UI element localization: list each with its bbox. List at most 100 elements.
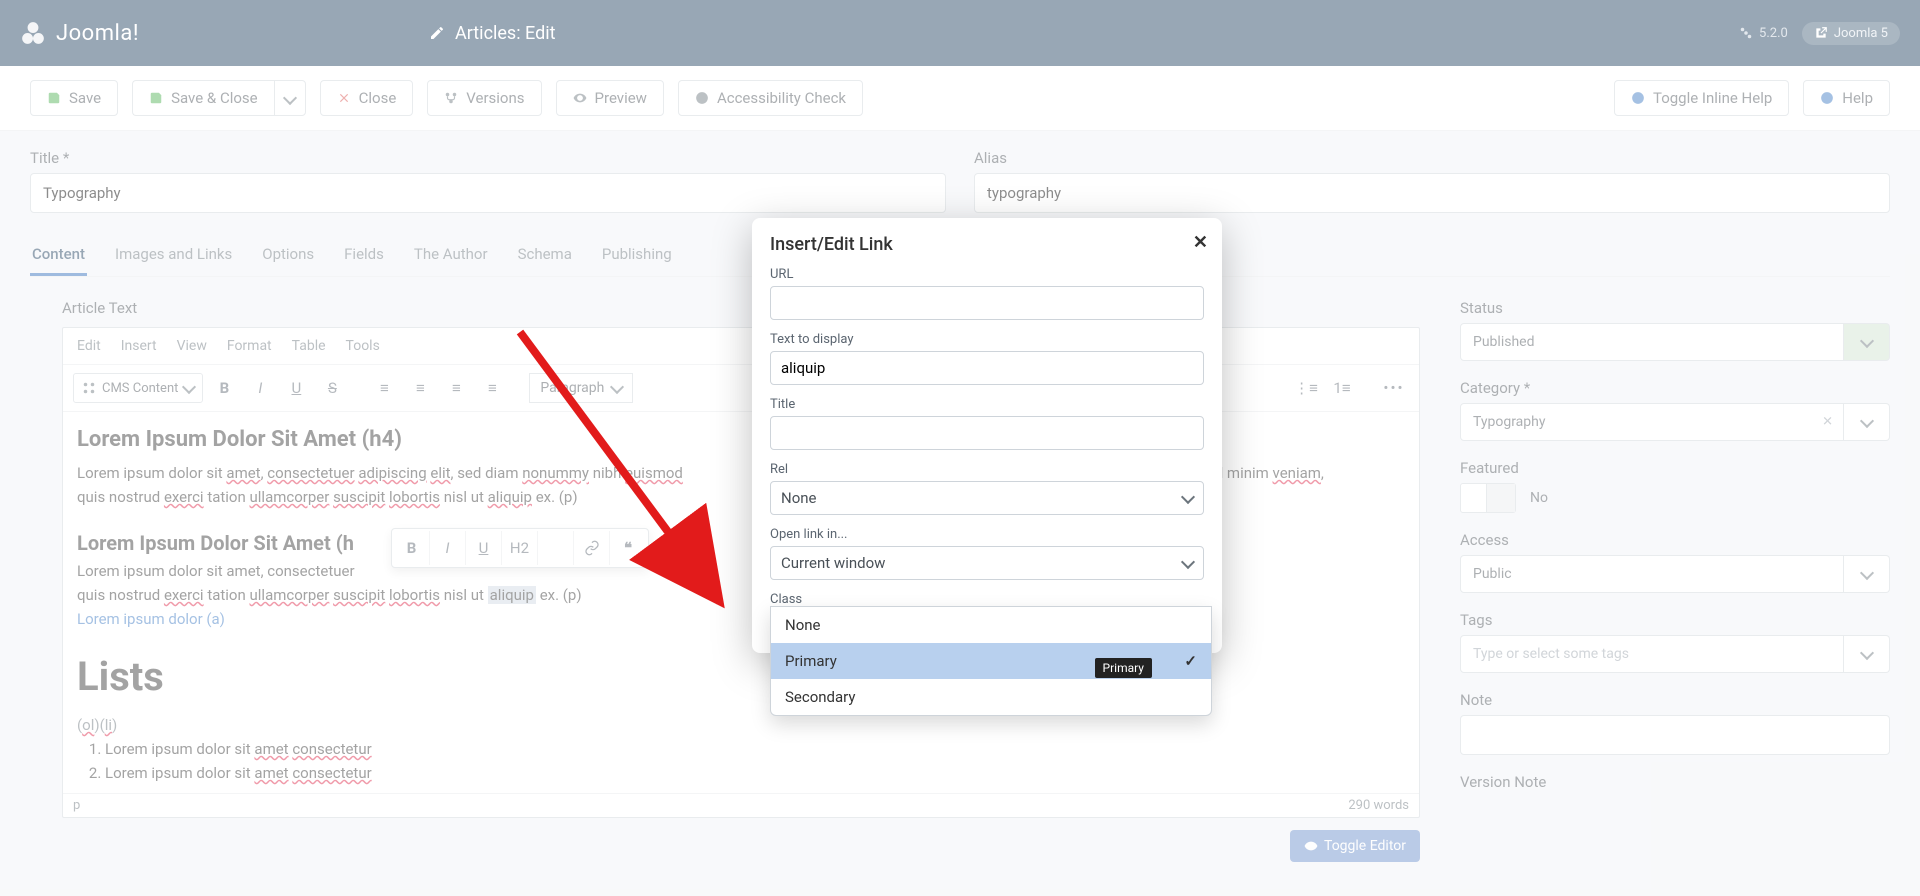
number-list-button[interactable]: 1≡ <box>1327 373 1357 403</box>
menu-view[interactable]: View <box>177 338 207 354</box>
chevron-down-icon <box>1862 646 1872 662</box>
featured-value: No <box>1530 490 1548 506</box>
access-label: Access <box>1460 531 1890 549</box>
featured-toggle[interactable] <box>1460 483 1516 513</box>
menu-edit[interactable]: Edit <box>77 338 101 354</box>
modal-close-button[interactable]: ✕ <box>1193 232 1208 253</box>
save-close-group: Save & Close <box>132 80 306 116</box>
info-icon <box>1631 91 1645 105</box>
cms-content-button[interactable]: CMS Content <box>73 373 203 403</box>
italic-button[interactable]: I <box>245 373 275 403</box>
save-icon <box>47 91 61 105</box>
sidebar: Status Published Category * Typography✕ … <box>1460 299 1890 862</box>
toggle-inline-help-button[interactable]: Toggle Inline Help <box>1614 80 1789 116</box>
open-link-label: Open link in... <box>770 527 1204 542</box>
title-input[interactable] <box>30 173 946 213</box>
joomla-link-button[interactable]: Joomla 5 <box>1802 22 1900 45</box>
text-display-input[interactable] <box>770 351 1204 385</box>
title-field: Title * <box>30 149 946 213</box>
strikethrough-button[interactable]: S <box>317 373 347 403</box>
menu-insert[interactable]: Insert <box>121 338 157 354</box>
link-title-label: Title <box>770 397 1204 412</box>
alias-label: Alias <box>974 149 1890 167</box>
toggle-editor-button[interactable]: Toggle Editor <box>1290 830 1420 862</box>
eye-icon <box>573 91 587 105</box>
alias-field: Alias <box>974 149 1890 213</box>
link-icon <box>584 540 600 556</box>
chevron-down-icon <box>184 381 194 396</box>
topbar-right: 5.2.0 Joomla 5 <box>1739 22 1900 45</box>
underline-button[interactable]: U <box>281 373 311 403</box>
page-title: Articles: Edit <box>455 23 556 44</box>
joomla-logo-icon <box>20 20 46 46</box>
clear-icon[interactable]: ✕ <box>1822 415 1833 430</box>
link-title-input[interactable] <box>770 416 1204 450</box>
paragraph-select[interactable]: Paragraph <box>529 373 633 403</box>
chevron-down-icon <box>1862 334 1872 350</box>
bold-button[interactable]: B <box>209 373 239 403</box>
menu-table[interactable]: Table <box>292 338 326 354</box>
title-label: Title * <box>30 149 946 167</box>
note-label: Note <box>1460 691 1890 709</box>
status-words: 290 words <box>1348 798 1409 813</box>
h3-button[interactable] <box>538 531 574 565</box>
status-label: Status <box>1460 299 1890 317</box>
note-input[interactable] <box>1460 715 1890 755</box>
insert-link-modal: Insert/Edit Link ✕ URL Text to display T… <box>752 218 1222 653</box>
alias-input[interactable] <box>974 173 1890 213</box>
tab-schema[interactable]: Schema <box>516 235 574 276</box>
url-input[interactable] <box>770 286 1204 320</box>
menu-tools[interactable]: Tools <box>346 338 380 354</box>
access-select[interactable]: Public <box>1460 555 1890 593</box>
align-left-button[interactable]: ≡ <box>369 373 399 403</box>
status-select[interactable]: Published <box>1460 323 1890 361</box>
tab-author[interactable]: The Author <box>412 235 490 276</box>
olli-label: (ol)(li) <box>77 713 1405 737</box>
tab-options[interactable]: Options <box>260 235 316 276</box>
bold-button[interactable]: B <box>394 531 430 565</box>
pencil-icon <box>429 25 445 41</box>
list-item: Lorem ipsum dolor sit amet consectetur <box>105 737 1405 761</box>
class-label: Class <box>770 592 1204 607</box>
menu-format[interactable]: Format <box>227 338 272 354</box>
tab-content[interactable]: Content <box>30 235 87 276</box>
chevron-down-icon <box>1183 491 1193 505</box>
tags-select[interactable]: Type or select some tags <box>1460 635 1890 673</box>
save-button[interactable]: Save <box>30 80 118 116</box>
tab-images-links[interactable]: Images and Links <box>113 235 234 276</box>
chevron-down-icon <box>1862 414 1872 430</box>
tab-fields[interactable]: Fields <box>342 235 386 276</box>
save-close-dropdown[interactable] <box>274 80 306 116</box>
chevron-down-icon <box>285 89 295 107</box>
open-link-select[interactable]: Current window <box>770 546 1204 580</box>
save-close-button[interactable]: Save & Close <box>132 80 274 116</box>
h2-button[interactable]: H2 <box>502 531 538 565</box>
more-tools-button[interactable]: ••• <box>1379 373 1409 403</box>
chevron-down-icon <box>1183 556 1193 570</box>
action-toolbar: Save Save & Close Close Versions Preview… <box>0 66 1920 131</box>
versions-button[interactable]: Versions <box>427 80 541 116</box>
category-select[interactable]: Typography✕ <box>1460 403 1890 441</box>
featured-label: Featured <box>1460 459 1890 477</box>
preview-button[interactable]: Preview <box>556 80 664 116</box>
underline-button[interactable]: U <box>466 531 502 565</box>
joomla-small-icon <box>1739 26 1753 40</box>
tab-publishing[interactable]: Publishing <box>600 235 674 276</box>
class-option-none[interactable]: None <box>771 607 1211 643</box>
align-justify-button[interactable]: ≡ <box>477 373 507 403</box>
list-item: Lorem ipsum dolor sit amet consectetur <box>105 761 1405 785</box>
align-right-button[interactable]: ≡ <box>441 373 471 403</box>
help-button[interactable]: Help <box>1803 80 1890 116</box>
link-button[interactable] <box>574 531 610 565</box>
blockquote-button[interactable]: ❝ <box>610 531 646 565</box>
rel-select[interactable]: None <box>770 481 1204 515</box>
accessibility-button[interactable]: Accessibility Check <box>678 80 863 116</box>
status-path: p <box>73 798 80 813</box>
save-icon <box>149 91 163 105</box>
class-option-secondary[interactable]: Secondary <box>771 679 1211 715</box>
italic-button[interactable]: I <box>430 531 466 565</box>
url-label: URL <box>770 267 1204 282</box>
align-center-button[interactable]: ≡ <box>405 373 435 403</box>
bullet-list-button[interactable]: ⋮≡ <box>1291 373 1321 403</box>
close-button[interactable]: Close <box>320 80 414 116</box>
